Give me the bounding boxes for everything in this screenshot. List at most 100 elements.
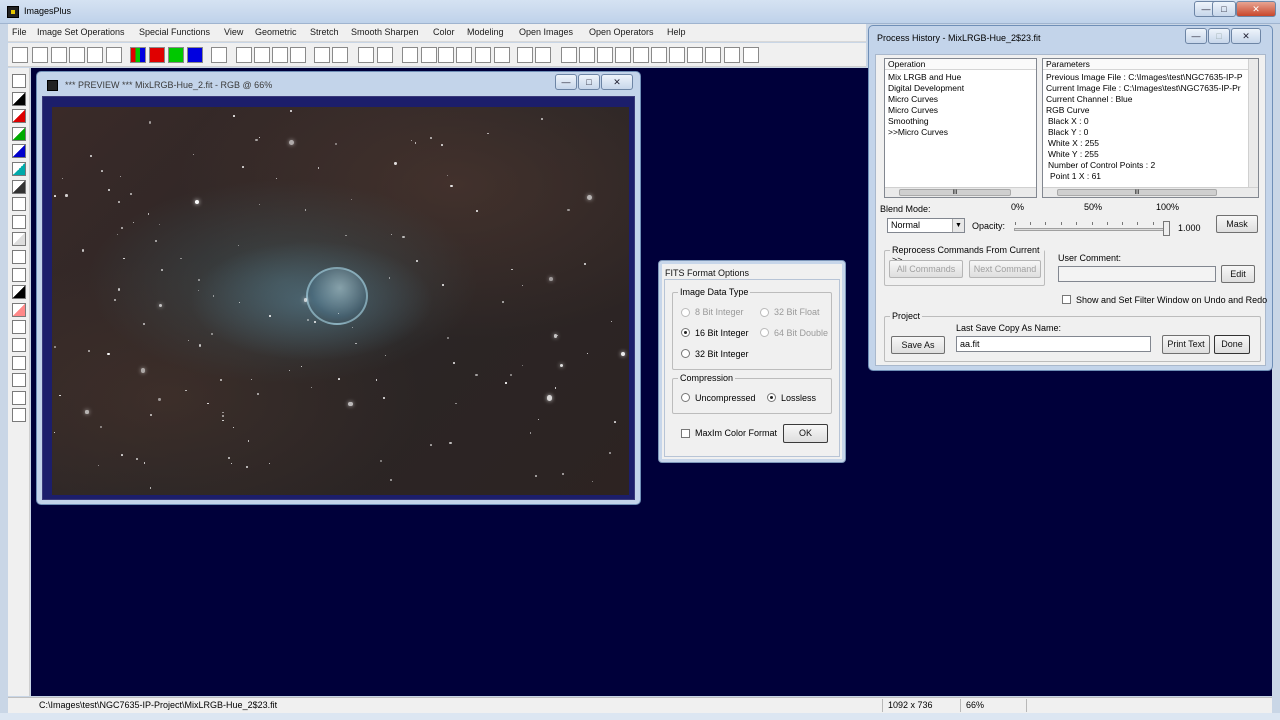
channel-green-icon[interactable] bbox=[12, 126, 26, 141]
cross-icon[interactable] bbox=[456, 47, 472, 63]
menu-color[interactable]: Color bbox=[433, 27, 455, 37]
user-comment-field[interactable] bbox=[1058, 266, 1216, 282]
mosaic-icon[interactable] bbox=[535, 47, 551, 63]
preview-canvas[interactable] bbox=[42, 96, 635, 500]
operation-item[interactable]: Mix LRGB and Hue bbox=[888, 72, 961, 82]
crosshair-icon[interactable] bbox=[438, 47, 454, 63]
copy-icon[interactable] bbox=[12, 408, 26, 423]
undo-icon[interactable] bbox=[236, 47, 252, 63]
square-icon[interactable] bbox=[669, 47, 685, 63]
right-arrow-icon[interactable] bbox=[12, 355, 26, 370]
print-text-button[interactable]: Print Text bbox=[1162, 335, 1210, 354]
dots-icon[interactable] bbox=[358, 47, 374, 63]
menu-geometric[interactable]: Geometric bbox=[255, 27, 297, 37]
up-arrow-icon[interactable] bbox=[12, 338, 26, 352]
operation-item[interactable]: Micro Curves bbox=[888, 105, 938, 115]
save-icon[interactable] bbox=[12, 74, 26, 88]
next-command-button[interactable]: Next Command bbox=[969, 260, 1041, 278]
maximize-button[interactable]: □ bbox=[1212, 1, 1236, 17]
undo-all-icon[interactable] bbox=[272, 47, 288, 63]
blend-mode-select[interactable]: Normal ▼ bbox=[887, 218, 965, 233]
radio-32bit-float[interactable] bbox=[760, 308, 769, 317]
stop-icon[interactable] bbox=[332, 47, 348, 63]
operation-item[interactable]: Micro Curves bbox=[888, 94, 938, 104]
square-icon[interactable] bbox=[724, 47, 740, 63]
menu-image-set-operations[interactable]: Image Set Operations bbox=[37, 27, 125, 37]
nebula-image[interactable] bbox=[52, 107, 629, 495]
channel-white-icon[interactable] bbox=[12, 197, 26, 212]
chevron-down-icon[interactable]: ▼ bbox=[952, 219, 964, 232]
channel-cyan-icon[interactable] bbox=[12, 162, 26, 176]
parameter-vscroll[interactable] bbox=[1248, 59, 1258, 187]
add-icon[interactable] bbox=[633, 47, 649, 63]
menu-help[interactable]: Help bbox=[667, 27, 686, 37]
operation-list[interactable]: Operation Mix LRGB and Hue Digital Devel… bbox=[884, 58, 1037, 198]
zoom-out-icon[interactable] bbox=[579, 47, 595, 63]
histogram-icon[interactable] bbox=[402, 47, 418, 63]
menu-open-operators[interactable]: Open Operators bbox=[589, 27, 654, 37]
menu-file[interactable]: File bbox=[12, 27, 27, 37]
all-commands-button[interactable]: All Commands bbox=[889, 260, 963, 278]
radio-uncompressed[interactable] bbox=[681, 393, 690, 402]
rotate-icon[interactable] bbox=[12, 373, 26, 388]
close-all-icon[interactable] bbox=[87, 47, 103, 63]
operation-hscroll-thumb[interactable]: III bbox=[899, 189, 1011, 196]
new-file-icon[interactable] bbox=[12, 47, 28, 63]
menu-modeling[interactable]: Modeling bbox=[467, 27, 504, 37]
menu-stretch[interactable]: Stretch bbox=[310, 27, 339, 37]
fits-format-dialog[interactable]: FITS Format Options Image Data Type 8 Bi… bbox=[658, 260, 846, 463]
zoom-fit-icon[interactable] bbox=[597, 47, 613, 63]
radio-64bit-double[interactable] bbox=[760, 328, 769, 337]
channel-dark-icon[interactable] bbox=[12, 179, 26, 194]
print-icon[interactable] bbox=[106, 47, 122, 63]
save-icon[interactable] bbox=[51, 47, 67, 63]
menu-smooth-sharpen[interactable]: Smooth Sharpen bbox=[351, 27, 419, 37]
zoom-actual-icon[interactable] bbox=[615, 47, 631, 63]
grid-icon[interactable] bbox=[211, 47, 227, 63]
preview-close-button[interactable]: ✕ bbox=[601, 74, 633, 90]
zoom-in-icon[interactable] bbox=[561, 47, 577, 63]
mask-button[interactable]: Mask bbox=[1216, 215, 1258, 233]
menu-view[interactable]: View bbox=[224, 27, 243, 37]
square-icon[interactable] bbox=[743, 47, 759, 63]
flip-icon[interactable] bbox=[12, 390, 26, 405]
radio-32bit-integer[interactable] bbox=[681, 349, 690, 358]
maxim-color-format-checkbox[interactable] bbox=[681, 429, 690, 438]
operation-item[interactable]: Smoothing bbox=[888, 116, 929, 126]
parameter-hscroll-thumb[interactable]: III bbox=[1057, 189, 1217, 196]
preview-maximize-button[interactable]: □ bbox=[578, 74, 600, 90]
radio-16bit-integer[interactable] bbox=[681, 328, 690, 337]
opacity-slider[interactable] bbox=[1014, 221, 1170, 236]
fits-ok-button[interactable]: OK bbox=[783, 424, 828, 443]
redo-all-icon[interactable] bbox=[290, 47, 306, 63]
done-button[interactable]: Done bbox=[1214, 335, 1250, 354]
channel-black-icon[interactable] bbox=[12, 91, 26, 106]
close-x-icon[interactable] bbox=[69, 47, 85, 63]
table-icon[interactable] bbox=[475, 47, 491, 63]
preview-window[interactable]: *** PREVIEW *** MixLRGB-Hue_2.fit - RGB … bbox=[36, 71, 641, 505]
open-folder-icon[interactable] bbox=[32, 47, 48, 63]
move-icon[interactable] bbox=[12, 320, 26, 335]
subtract-icon[interactable] bbox=[651, 47, 667, 63]
menu-special-functions[interactable]: Special Functions bbox=[139, 27, 210, 37]
select-icon[interactable] bbox=[12, 250, 26, 264]
square-icon[interactable] bbox=[705, 47, 721, 63]
tree-icon[interactable] bbox=[377, 47, 393, 63]
operation-item[interactable]: Digital Development bbox=[888, 83, 964, 93]
history-minimize-button[interactable]: — bbox=[1185, 28, 1207, 44]
crop-icon[interactable] bbox=[12, 302, 26, 317]
show-filter-checkbox[interactable] bbox=[1062, 295, 1071, 304]
pin-icon[interactable] bbox=[12, 214, 26, 229]
parameter-hscroll[interactable]: III bbox=[1043, 187, 1258, 197]
parameter-list[interactable]: Parameters Previous Image File : C:\Imag… bbox=[1042, 58, 1259, 198]
save-as-button[interactable]: Save As bbox=[891, 336, 945, 354]
square-icon[interactable] bbox=[687, 47, 703, 63]
blue-channel-icon[interactable] bbox=[187, 47, 203, 63]
levels-icon[interactable] bbox=[12, 267, 26, 282]
bar-icon[interactable] bbox=[12, 285, 26, 300]
preview-title-bar[interactable]: *** PREVIEW *** MixLRGB-Hue_2.fit - RGB … bbox=[41, 74, 636, 92]
operation-hscroll[interactable]: III bbox=[885, 187, 1036, 197]
history-maximize-button[interactable]: □ bbox=[1208, 28, 1230, 44]
edit-comment-button[interactable]: Edit bbox=[1221, 265, 1255, 283]
operation-item[interactable]: >>Micro Curves bbox=[888, 127, 948, 137]
